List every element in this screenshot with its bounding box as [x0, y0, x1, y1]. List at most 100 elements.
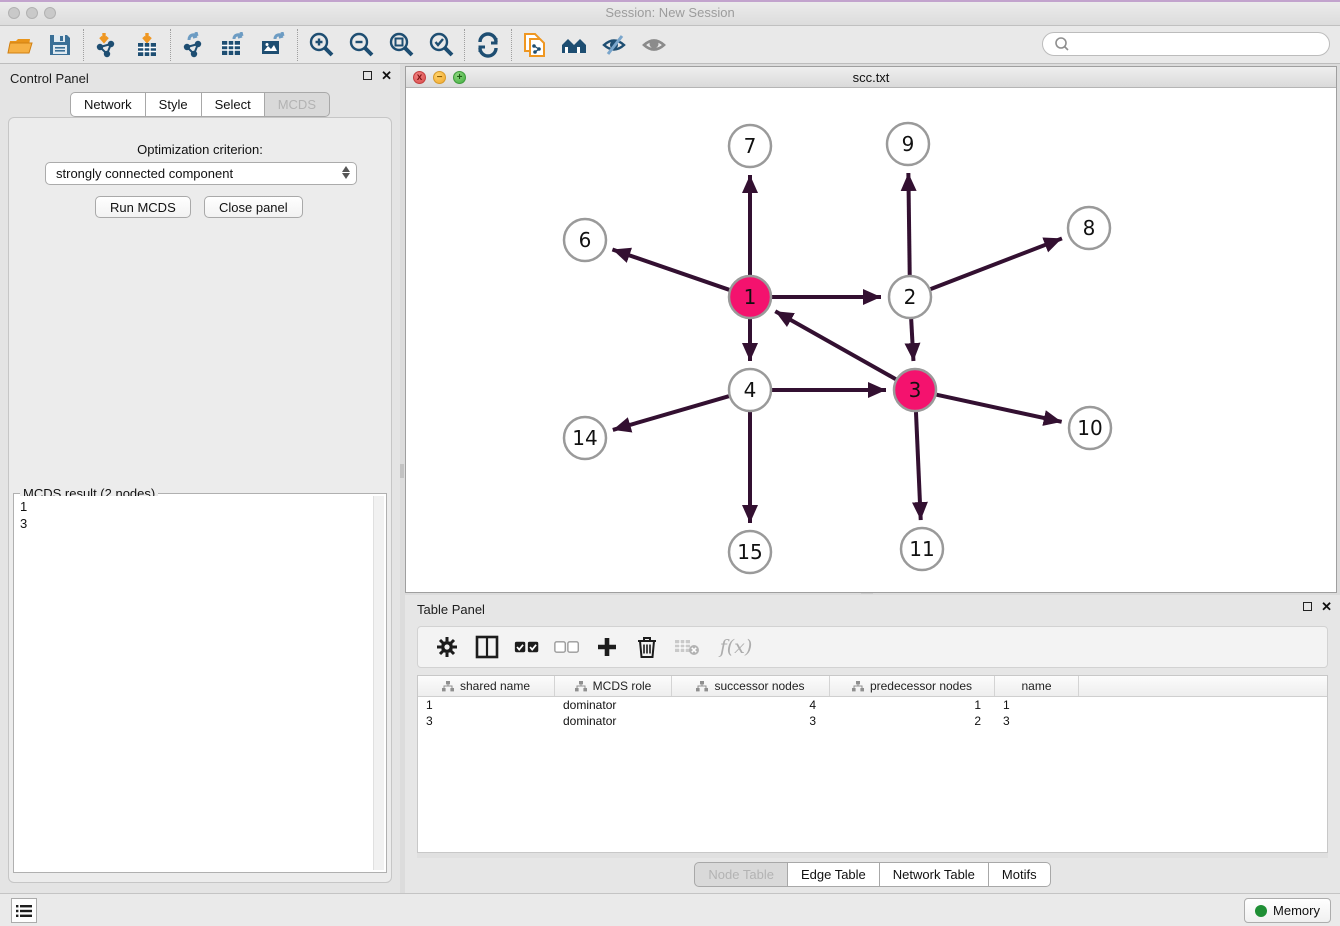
graph-edge-2-9[interactable] — [908, 173, 909, 275]
tab-network-table[interactable]: Network Table — [880, 862, 989, 887]
delete-table-icon[interactable] — [674, 634, 700, 660]
toolbar-separator — [511, 29, 512, 61]
control-panel-title: Control Panel — [10, 71, 89, 86]
graph-edge-3-11[interactable] — [916, 412, 921, 520]
tab-node-table[interactable]: Node Table — [694, 862, 788, 887]
graph-node-1[interactable]: 1 — [729, 276, 771, 318]
column-header-successor-nodes[interactable]: successor nodes — [672, 676, 830, 696]
mcds-result-box: MCDS result (2 nodes) 1 3 — [13, 493, 387, 873]
zoom-fit-icon[interactable] — [381, 29, 421, 61]
select-stepper-icon — [342, 166, 350, 179]
float-panel-icon[interactable] — [1303, 602, 1312, 611]
node-table[interactable]: shared nameMCDS rolesuccessor nodesprede… — [417, 675, 1328, 853]
graph-edge-2-8[interactable] — [931, 238, 1062, 289]
save-session-icon[interactable] — [40, 29, 80, 61]
svg-text:9: 9 — [902, 132, 915, 156]
table-cell: 3 — [672, 713, 830, 729]
graph-edge-4-14[interactable] — [613, 396, 729, 430]
select-all-icon[interactable] — [514, 634, 540, 660]
svg-text:3: 3 — [909, 378, 922, 402]
settings-gear-icon[interactable] — [434, 634, 460, 660]
zoom-selected-icon[interactable] — [421, 29, 461, 61]
table-scroll-strip[interactable] — [417, 853, 1328, 858]
table-tabs: Node TableEdge TableNetwork TableMotifs — [405, 862, 1340, 887]
search-field[interactable] — [1042, 32, 1330, 56]
task-history-button[interactable] — [11, 898, 37, 923]
toolbar-separator — [464, 29, 465, 61]
float-panel-icon[interactable] — [363, 71, 372, 80]
export-network-icon[interactable] — [174, 29, 214, 61]
svg-text:10: 10 — [1077, 416, 1102, 440]
graph-edge-3-1[interactable] — [775, 311, 896, 379]
optimization-criterion-label: Optimization criterion: — [9, 142, 391, 157]
graph-node-8[interactable]: 8 — [1068, 207, 1110, 249]
graph-node-11[interactable]: 11 — [901, 528, 943, 570]
export-table-icon[interactable] — [214, 29, 254, 61]
tab-edge-table[interactable]: Edge Table — [788, 862, 880, 887]
graph-edge-1-6[interactable] — [612, 249, 729, 289]
graph-node-10[interactable]: 10 — [1069, 407, 1111, 449]
tab-motifs[interactable]: Motifs — [989, 862, 1051, 887]
clone-network-icon[interactable] — [515, 29, 555, 61]
column-type-icon — [696, 681, 708, 692]
first-neighbors-icon[interactable] — [555, 29, 595, 61]
svg-text:1: 1 — [744, 285, 757, 309]
graph-node-7[interactable]: 7 — [729, 125, 771, 167]
export-image-icon[interactable] — [254, 29, 294, 61]
show-column-icon[interactable] — [474, 634, 500, 660]
graph-node-2[interactable]: 2 — [889, 276, 931, 318]
window-titlebar: Session: New Session — [0, 0, 1340, 26]
import-network-icon[interactable] — [87, 29, 127, 61]
memory-label: Memory — [1273, 903, 1320, 918]
window-top-accent — [0, 0, 1340, 2]
graph-node-9[interactable]: 9 — [887, 123, 929, 165]
column-header-MCDS-role[interactable]: MCDS role — [555, 676, 672, 696]
column-type-icon — [852, 681, 864, 692]
network-canvas[interactable]: 7 9 6 8 1 2 4 3 14 10 15 11 — [406, 88, 1336, 592]
mcds-result-text[interactable]: 1 3 — [16, 496, 373, 870]
search-input[interactable] — [1073, 37, 1329, 52]
network-window-titlebar[interactable]: x − + scc.txt — [406, 67, 1336, 88]
graph-node-15[interactable]: 15 — [729, 531, 771, 573]
column-type-icon — [442, 681, 454, 692]
column-header-shared-name[interactable]: shared name — [418, 676, 555, 696]
open-file-icon[interactable] — [0, 29, 40, 61]
tab-select[interactable]: Select — [202, 92, 265, 117]
function-builder-icon[interactable]: f(x) — [714, 634, 758, 660]
graph-node-4[interactable]: 4 — [729, 369, 771, 411]
close-panel-button[interactable]: Close panel — [204, 196, 303, 218]
criterion-select[interactable]: strongly connected component — [45, 162, 357, 185]
memory-button[interactable]: Memory — [1244, 898, 1331, 923]
close-panel-icon[interactable]: ✕ — [381, 71, 392, 80]
add-column-icon[interactable] — [594, 634, 620, 660]
graph-node-3[interactable]: 3 — [894, 369, 936, 411]
zoom-in-icon[interactable] — [301, 29, 341, 61]
table-row[interactable]: 3dominator323 — [418, 713, 1327, 729]
zoom-out-icon[interactable] — [341, 29, 381, 61]
svg-text:4: 4 — [744, 378, 757, 402]
graph-edge-2-3[interactable] — [911, 319, 913, 361]
vertical-split-handle[interactable] — [400, 464, 404, 478]
column-header-predecessor-nodes[interactable]: predecessor nodes — [830, 676, 995, 696]
tab-network[interactable]: Network — [70, 92, 146, 117]
table-cell: 1 — [830, 697, 995, 713]
mcds-result-scrollbar[interactable] — [373, 496, 384, 870]
table-header-row: shared nameMCDS rolesuccessor nodesprede… — [418, 676, 1327, 697]
show-all-icon[interactable] — [635, 29, 675, 61]
run-mcds-button[interactable]: Run MCDS — [95, 196, 191, 218]
import-table-icon[interactable] — [127, 29, 167, 61]
tab-style[interactable]: Style — [146, 92, 202, 117]
graph-node-14[interactable]: 14 — [564, 417, 606, 459]
deselect-all-icon[interactable] — [554, 634, 580, 660]
apply-layout-icon[interactable] — [468, 29, 508, 61]
column-header-filler — [1079, 676, 1327, 696]
svg-text:2: 2 — [904, 285, 917, 309]
column-header-name[interactable]: name — [995, 676, 1079, 696]
close-panel-icon[interactable]: ✕ — [1321, 602, 1332, 611]
hide-selected-icon[interactable] — [595, 29, 635, 61]
table-row[interactable]: 1dominator411 — [418, 697, 1327, 713]
tab-mcds[interactable]: MCDS — [265, 92, 330, 117]
graph-edge-3-10[interactable] — [936, 395, 1061, 422]
delete-column-icon[interactable] — [634, 634, 660, 660]
graph-node-6[interactable]: 6 — [564, 219, 606, 261]
